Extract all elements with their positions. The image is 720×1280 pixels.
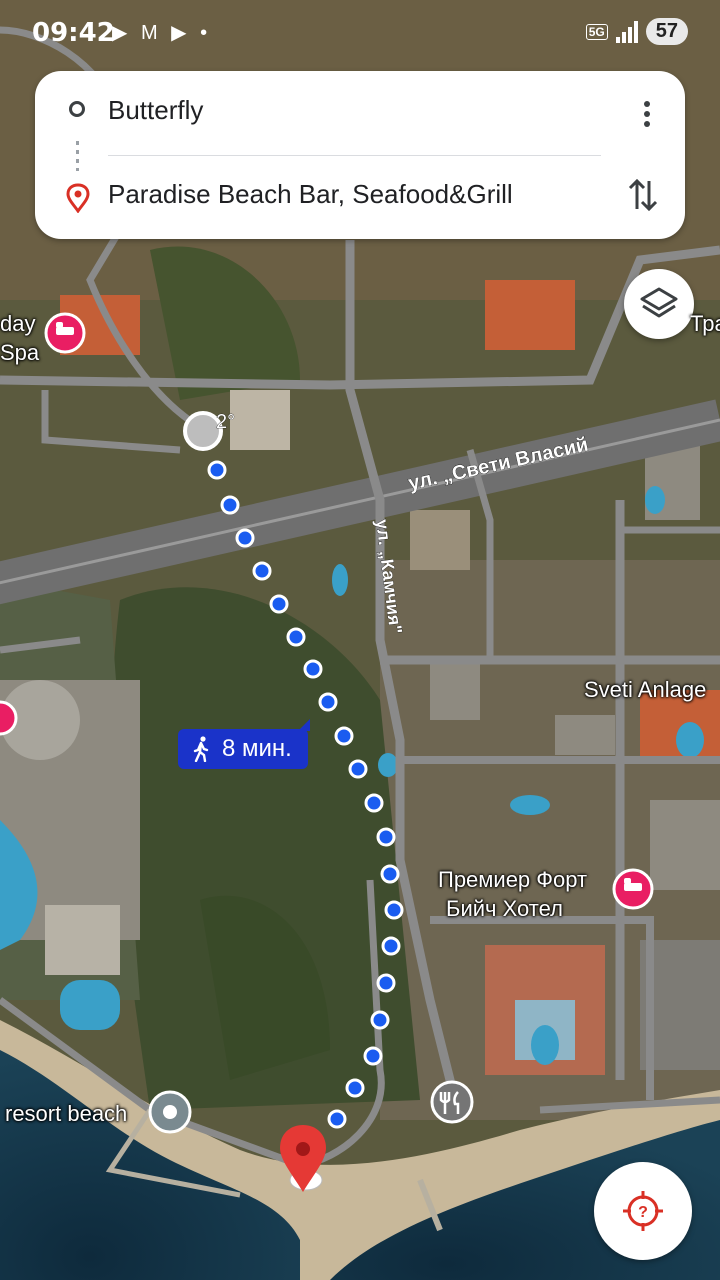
signal-icon: [615, 20, 638, 43]
swap-directions-icon[interactable]: [627, 175, 659, 215]
walking-icon: [193, 736, 209, 762]
destination-field[interactable]: Paradise Beach Bar, Seafood&Grill: [108, 179, 513, 210]
layers-button[interactable]: [624, 269, 694, 339]
hotel-marker-icon[interactable]: [44, 312, 86, 354]
hotel-marker-icon[interactable]: [612, 868, 654, 910]
status-bar: 09:42 ▶ M ▶ • 5G 57: [0, 0, 720, 64]
place-label-resort-beach[interactable]: resort beach: [5, 1101, 127, 1127]
divider: [108, 155, 601, 156]
route-duration-label: 8 мин.: [222, 735, 292, 762]
place-label[interactable]: Тра: [690, 311, 720, 337]
status-icons: 5G 57: [585, 18, 688, 45]
route-card: Butterfly Paradise Beach Bar, Seafood&Gr…: [35, 71, 685, 239]
network-type-badge: 5G: [585, 23, 608, 40]
place-label[interactable]: day: [0, 311, 35, 337]
destination-location-icon: [66, 183, 90, 213]
origin-circle-icon: [69, 101, 85, 117]
building-number-label: 2°: [216, 411, 235, 433]
layers-icon: [640, 287, 678, 318]
battery-icon: 57: [645, 18, 688, 45]
more-options-icon[interactable]: [637, 99, 657, 129]
route-duration-badge[interactable]: 8 мин.: [178, 719, 310, 769]
notification-icons: ▶ M ▶ •: [112, 22, 212, 44]
route-dots-icon: [76, 141, 79, 171]
origin-field[interactable]: Butterfly: [108, 95, 203, 126]
location-target-icon: ?: [623, 1191, 663, 1231]
restaurant-marker-icon[interactable]: [430, 1080, 474, 1124]
clock: 09:42: [32, 18, 115, 48]
svg-text:?: ?: [638, 1204, 648, 1221]
place-label-premier-fort[interactable]: Бийч Хотел: [446, 896, 563, 922]
my-location-button[interactable]: ?: [594, 1162, 692, 1260]
place-label[interactable]: Spa: [0, 340, 39, 366]
place-label-sveti-anlage[interactable]: Sveti Anlage: [584, 677, 706, 703]
place-label-premier-fort[interactable]: Премиер Форт: [438, 867, 587, 893]
beach-marker-icon[interactable]: [148, 1090, 192, 1134]
